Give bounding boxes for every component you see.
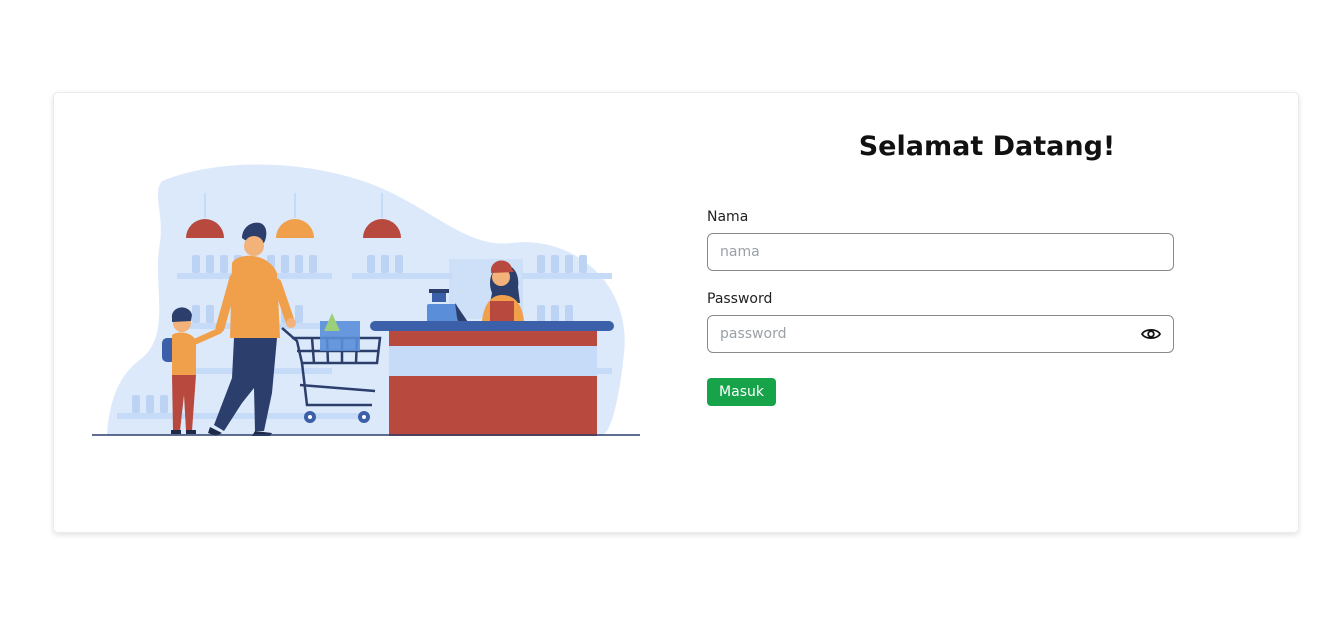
eye-icon[interactable]: [1138, 322, 1164, 346]
password-label: Password: [707, 291, 773, 307]
shopping-illustration: [92, 164, 640, 436]
submit-button[interactable]: Masuk: [707, 378, 776, 406]
name-input[interactable]: [707, 233, 1174, 271]
page-title: Selamat Datang!: [858, 131, 1116, 162]
password-input[interactable]: [707, 315, 1174, 353]
login-card: Selamat Datang! Nama Password Masuk: [53, 92, 1299, 533]
name-label: Nama: [707, 209, 749, 225]
